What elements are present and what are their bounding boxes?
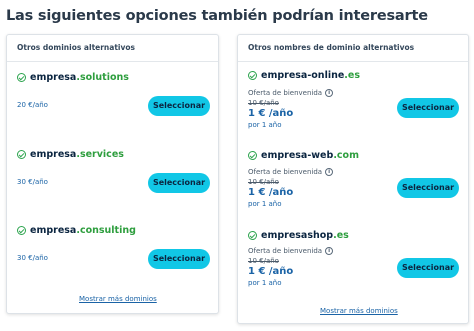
select-button[interactable]: Seleccionar — [397, 178, 459, 198]
price-period: por 1 año — [248, 200, 282, 208]
domain-tld: .consulting — [76, 225, 136, 236]
domain-name: empresashop — [261, 230, 334, 241]
check-circle-icon — [17, 73, 26, 82]
check-circle-icon — [17, 226, 26, 235]
domain-label: empresa .consulting — [17, 225, 136, 236]
domain-tld: .services — [76, 149, 124, 160]
domain-price: 30 €/año — [17, 178, 48, 186]
domain-label: empresa-web .com — [248, 150, 359, 161]
domain-name: empresa-web — [261, 150, 334, 161]
info-icon[interactable]: i — [325, 247, 334, 255]
price-period: por 1 año — [248, 121, 282, 129]
domain-name: empresa — [30, 72, 77, 83]
domain-label: empresashop .es — [248, 230, 349, 241]
price-period: por 1 año — [248, 279, 282, 287]
check-circle-icon — [248, 71, 257, 80]
select-button[interactable]: Seleccionar — [148, 249, 210, 269]
domain-label: empresa .solutions — [17, 72, 129, 83]
domain-tld: .com — [333, 150, 359, 161]
divider — [238, 61, 468, 62]
check-circle-icon — [248, 151, 257, 160]
domain-name: empresa — [30, 149, 77, 160]
offer-label: Oferta de bienvenida — [248, 89, 323, 97]
domain-price: 20 €/año — [17, 101, 48, 109]
page-title: Las siguientes opciones también podrían … — [6, 8, 428, 24]
promo-price: 1 € /año — [248, 187, 294, 198]
promo-price: 1 € /año — [248, 266, 294, 277]
domain-tld: .es — [344, 70, 361, 81]
card-header: Otros nombres de dominio alternativos — [248, 43, 415, 52]
welcome-offer: Oferta de bienvenida i — [248, 168, 334, 176]
welcome-offer: Oferta de bienvenida i — [248, 89, 334, 97]
select-button[interactable]: Seleccionar — [148, 173, 210, 193]
offer-label: Oferta de bienvenida — [248, 168, 323, 176]
divider — [7, 61, 218, 62]
domain-name: empresa-online — [261, 70, 345, 81]
select-button[interactable]: Seleccionar — [148, 96, 210, 116]
old-price: 10 €/año — [248, 178, 279, 186]
domain-tld: .es — [333, 230, 349, 241]
old-price: 10 €/año — [248, 257, 279, 265]
check-circle-icon — [17, 150, 26, 159]
show-more-domains-link[interactable]: Mostrar más dominios — [320, 307, 398, 315]
offer-label: Oferta de bienvenida — [248, 247, 323, 255]
promo-price: 1 € /año — [248, 108, 294, 119]
domain-label: empresa .services — [17, 149, 124, 160]
alternative-names-card: Otros nombres de dominio alternativos em… — [237, 34, 469, 324]
card-header: Otros dominios alternativos — [17, 43, 135, 52]
alternative-domains-card: Otros dominios alternativos empresa .solu… — [6, 34, 219, 314]
welcome-offer: Oferta de bienvenida i — [248, 247, 334, 255]
domain-label: empresa-online .es — [248, 70, 360, 81]
show-more-domains-link[interactable]: Mostrar más dominios — [79, 295, 157, 303]
domain-tld: .solutions — [76, 72, 129, 83]
select-button[interactable]: Seleccionar — [397, 258, 459, 278]
info-icon[interactable]: i — [325, 168, 334, 176]
domain-price: 30 €/año — [17, 254, 48, 262]
select-button[interactable]: Seleccionar — [397, 98, 459, 118]
old-price: 10 €/año — [248, 99, 279, 107]
domain-name: empresa — [30, 225, 77, 236]
info-icon[interactable]: i — [325, 89, 334, 97]
check-circle-icon — [248, 231, 257, 240]
